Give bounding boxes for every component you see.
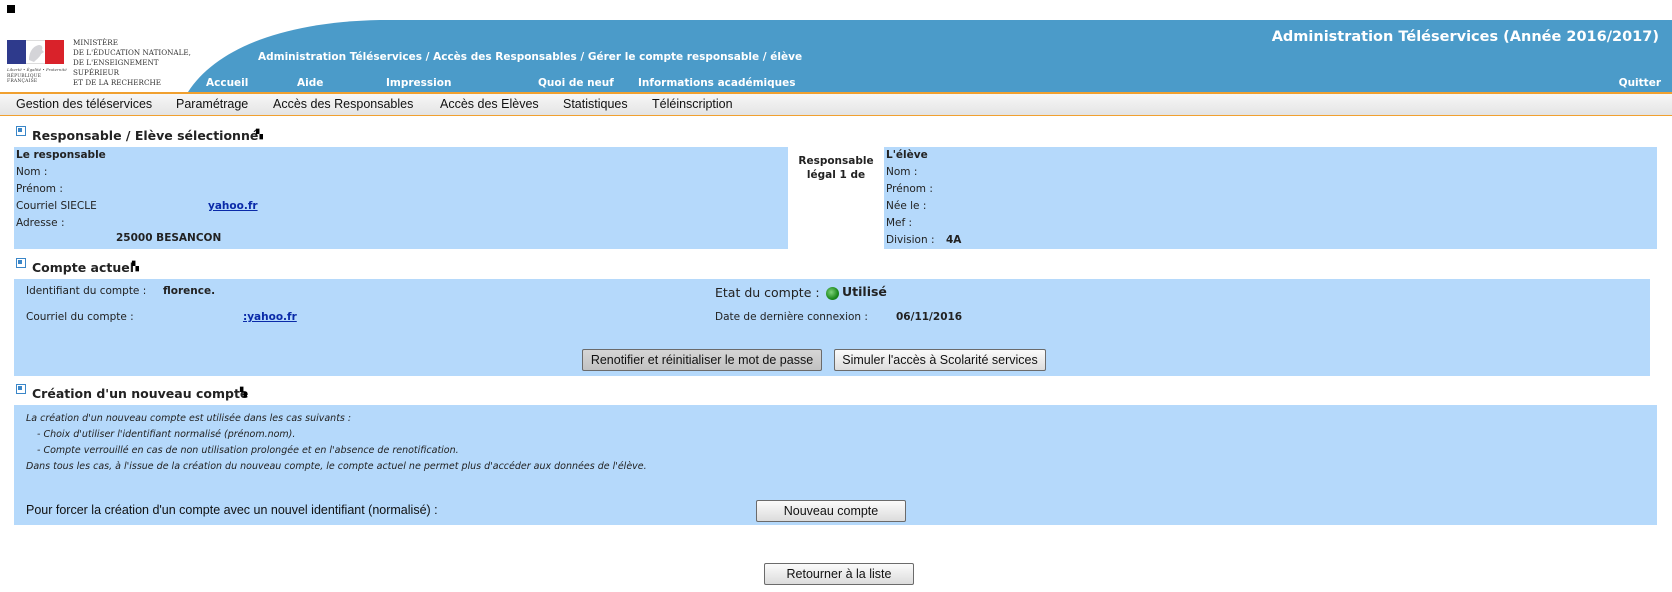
toggle-collapse-icon[interactable]: ▚	[132, 263, 144, 272]
menu-parametrage[interactable]: Paramétrage	[176, 97, 248, 111]
section-icon	[16, 258, 26, 268]
app-title: Administration Téléservices (Année 2016/…	[1271, 29, 1659, 45]
account-courriel-label: Courriel du compte :	[26, 311, 134, 323]
responsable-courriel-label: Courriel SIECLE	[16, 200, 97, 212]
toggle-collapse-icon[interactable]: ▚	[256, 131, 268, 140]
ministry-logo: Liberté • Égalité • Fraternité RÉPUBLIQU…	[7, 38, 192, 90]
menu-acces-eleves[interactable]: Accès des Elèves	[440, 97, 539, 111]
logo-line: ET DE LA RECHERCHE	[73, 78, 161, 87]
new-account-info-line: - Compte verrouillé en cas de non utilis…	[37, 445, 459, 456]
last-login-label: Date de dernière connexion :	[715, 311, 868, 323]
account-state-label: Etat du compte :	[715, 285, 820, 300]
responsable-prenom-label: Prénom :	[16, 183, 63, 195]
section-title: Responsable / Elève sélectionné	[32, 128, 259, 143]
eleve-nom-label: Nom :	[886, 166, 918, 178]
nav-aide-link[interactable]: Aide	[297, 77, 323, 89]
account-id-label: Identifiant du compte :	[26, 285, 147, 297]
nav-accueil-link[interactable]: Accueil	[206, 77, 248, 89]
status-green-icon	[826, 287, 839, 300]
last-login-value: 06/11/2016	[896, 311, 963, 323]
section-icon	[16, 384, 26, 394]
responsable-courriel-link[interactable]: yahoo.fr	[208, 200, 258, 212]
section-account-header: Compte actuel ▚	[16, 258, 176, 275]
logo-line: MINISTÈRE	[73, 38, 118, 47]
responsable-adresse-label: Adresse :	[16, 217, 65, 229]
nav-informations-link[interactable]: Informations académiques	[638, 77, 796, 89]
eleve-nee-label: Née le :	[886, 200, 927, 212]
section-selected-header: Responsable / Elève sélectionné ▚	[16, 126, 276, 143]
new-account-info-line: - Choix d'utiliser l'identifiant normali…	[37, 429, 296, 440]
logo-line: DE L'ÉDUCATION NATIONALE,	[73, 48, 191, 57]
breadcrumb: Administration Téléservices / Accès des …	[258, 51, 803, 63]
menu-acces-responsables[interactable]: Accès des Responsables	[273, 97, 413, 111]
section-icon	[16, 126, 26, 136]
new-account-info-line: La création d'un nouveau compte est util…	[26, 413, 352, 424]
nav-impression-link[interactable]: Impression	[386, 77, 451, 89]
menu-statistiques[interactable]: Statistiques	[563, 97, 628, 111]
header-banner: Liberté • Égalité • Fraternité RÉPUBLIQU…	[0, 20, 1672, 92]
logo-ministry-text: MINISTÈRE DE L'ÉDUCATION NATIONALE, DE L…	[73, 38, 198, 88]
logo-republique: RÉPUBLIQUE FRANÇAISE	[7, 74, 42, 84]
account-courriel-link[interactable]: :yahoo.fr	[243, 311, 297, 323]
eleve-heading: L'élève	[886, 149, 928, 161]
force-new-account-label: Pour forcer la création d'un compte avec…	[26, 503, 438, 517]
account-id-value: florence.	[163, 285, 216, 297]
eleve-mef-label: Mef :	[886, 217, 913, 229]
eleve-prenom-label: Prénom :	[886, 183, 933, 195]
quit-link[interactable]: Quitter	[1619, 77, 1661, 89]
responsable-panel: Le responsable Nom : Prénom : Courriel S…	[14, 147, 788, 249]
section-title: Création d'un nouveau compte	[32, 386, 249, 401]
corner-marker	[7, 5, 15, 13]
eleve-division-value: 4A	[946, 234, 962, 246]
toggle-collapse-icon[interactable]: ▚	[240, 389, 252, 398]
marianne-flag-icon	[7, 40, 64, 64]
renotify-button[interactable]: Renotifier et réinitialiser le mot de pa…	[582, 349, 822, 371]
eleve-panel: L'élève Nom : Prénom : Née le : Mef : Di…	[884, 147, 1657, 249]
menu-gestion-teleservices[interactable]: Gestion des téléservices	[16, 97, 152, 111]
responsable-adresse-value: 25000 BESANCON	[116, 232, 222, 244]
new-account-info-line: Dans tous les cas, à l'issue de la créat…	[26, 461, 647, 472]
simulate-access-button[interactable]: Simuler l'accès à Scolarité services	[834, 349, 1046, 371]
logo-line: DE L'ENSEIGNEMENT SUPÉRIEUR	[73, 58, 159, 77]
account-state-value: Utilisé	[842, 284, 887, 299]
nav-quoi-de-neuf-link[interactable]: Quoi de neuf	[538, 77, 614, 89]
back-to-list-button[interactable]: Retourner à la liste	[764, 563, 914, 585]
section-new-account-header: Création d'un nouveau compte ▚	[16, 384, 266, 401]
main-menu-bar: Gestion des téléservices Paramétrage Acc…	[0, 92, 1672, 116]
eleve-division-label: Division :	[886, 234, 935, 246]
responsable-heading: Le responsable	[16, 149, 106, 161]
relation-label: Responsable légal 1 de	[798, 155, 874, 181]
section-title: Compte actuel	[32, 260, 135, 275]
responsable-nom-label: Nom :	[16, 166, 48, 178]
logo-devise: Liberté • Égalité • Fraternité	[7, 67, 67, 72]
menu-teleinscription[interactable]: Téléinscription	[652, 97, 733, 111]
new-account-button[interactable]: Nouveau compte	[756, 500, 906, 522]
